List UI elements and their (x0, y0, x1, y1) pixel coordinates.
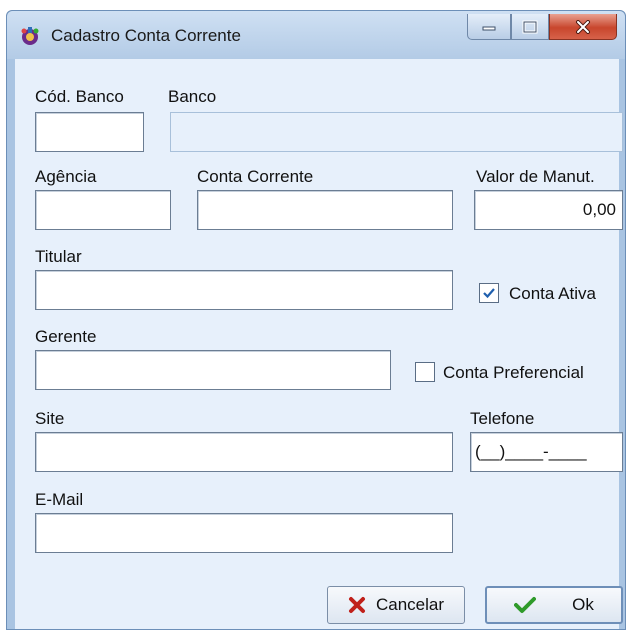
cod-banco-label: Cód. Banco (35, 87, 124, 106)
ok-button-label: Ok (572, 595, 594, 614)
minimize-button[interactable] (467, 14, 511, 40)
site-label: Site (35, 409, 65, 428)
agencia-field[interactable] (35, 190, 171, 230)
banco-field (170, 112, 623, 152)
checkmark-icon (483, 288, 495, 299)
conta-corrente-label: Conta Corrente (197, 167, 314, 186)
app-icon (21, 27, 39, 45)
title-bar[interactable]: Cadastro Conta Corrente (7, 11, 625, 59)
email-label: E-Mail (35, 490, 84, 509)
window-title: Cadastro Conta Corrente (51, 26, 241, 45)
banco-label: Banco (168, 87, 217, 106)
cancel-button[interactable]: Cancelar (327, 586, 465, 624)
gerente-field[interactable] (35, 350, 391, 390)
telefone-field[interactable]: (__)____-____ (470, 432, 623, 472)
titular-field[interactable] (35, 270, 453, 310)
titular-label: Titular (35, 247, 82, 266)
close-icon (576, 19, 590, 34)
maximize-icon (522, 20, 538, 33)
conta-preferencial-label[interactable]: Conta Preferencial (443, 363, 584, 383)
agencia-label: Agência (35, 167, 97, 186)
cod-banco-field[interactable] (35, 112, 144, 152)
conta-preferencial-checkbox[interactable] (415, 362, 435, 382)
gerente-label: Gerente (35, 327, 97, 346)
ok-button[interactable]: Ok (485, 586, 623, 624)
site-field[interactable] (35, 432, 453, 472)
ok-check-icon (514, 597, 537, 613)
telefone-label: Telefone (470, 409, 535, 428)
cancel-button-label: Cancelar (375, 595, 445, 614)
maximize-button[interactable] (511, 14, 549, 40)
form-area: Cód. Banco Banco Agência Conta Corrente … (15, 59, 623, 629)
email-field[interactable] (35, 513, 453, 553)
close-button[interactable] (549, 14, 617, 40)
dialog-window: Cadastro Conta Corrente Cód. Banco Banco (6, 10, 626, 630)
conta-ativa-label[interactable]: Conta Ativa (509, 284, 596, 304)
cancel-x-icon (348, 597, 365, 613)
conta-ativa-checkbox[interactable] (479, 283, 499, 303)
conta-corrente-field[interactable] (197, 190, 453, 230)
valor-manut-field[interactable]: 0,00 (474, 190, 623, 230)
valor-manut-label: Valor de Manut. (476, 167, 595, 186)
minimize-icon (482, 26, 496, 30)
